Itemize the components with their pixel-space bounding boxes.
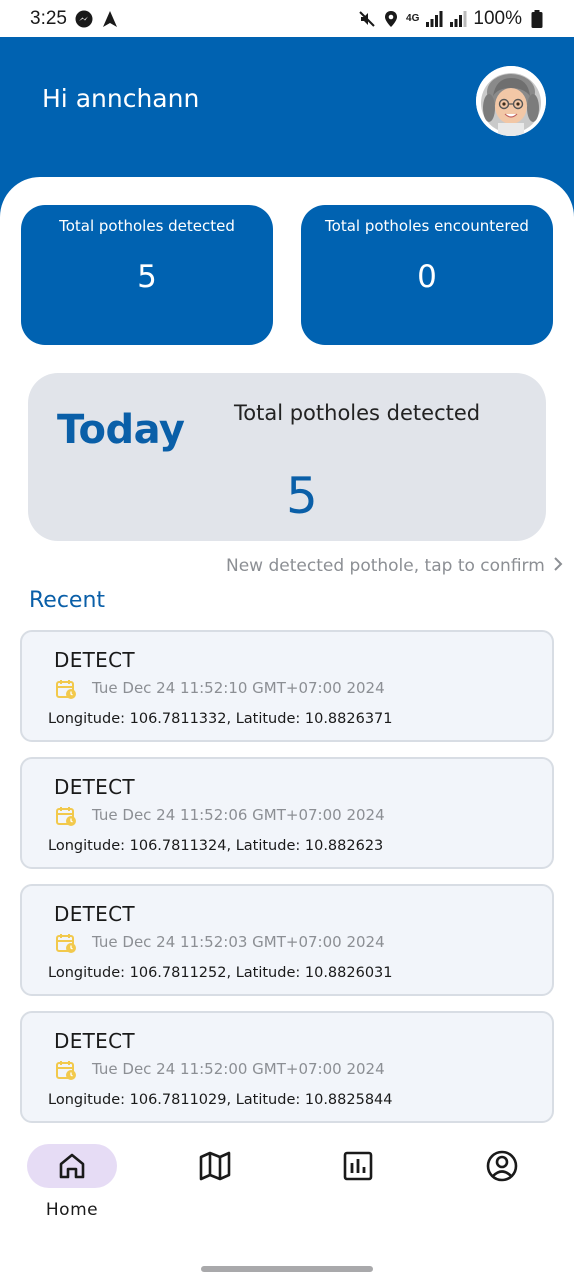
- location-icon: [382, 10, 400, 28]
- total-detected-label: Total potholes detected: [59, 217, 235, 235]
- nav-stats-pill[interactable]: [313, 1144, 403, 1188]
- nav-home-label: Home: [45, 1200, 99, 1220]
- battery-percent: 100%: [473, 7, 522, 29]
- detection-date: Tue Dec 24 11:52:06 GMT+07:00 2024: [92, 806, 385, 824]
- detection-type: DETECT: [54, 648, 135, 672]
- total-encountered-card[interactable]: Total potholes encountered 0: [301, 205, 553, 345]
- greeting-text: Hi annchann: [42, 84, 200, 113]
- detection-coords: Longitude: 106.7811252, Latitude: 10.882…: [48, 965, 393, 981]
- profile-icon: [486, 1150, 518, 1182]
- messenger-icon: [75, 10, 93, 28]
- signal-icon: [449, 10, 467, 28]
- today-value: 5: [286, 467, 318, 525]
- detection-type: DETECT: [54, 1029, 135, 1053]
- status-time: 3:25: [30, 7, 67, 29]
- memoji-avatar: [476, 66, 546, 136]
- nav-home-pill[interactable]: [27, 1144, 117, 1188]
- total-detected-card[interactable]: Total potholes detected 5: [21, 205, 273, 345]
- detection-type: DETECT: [54, 775, 135, 799]
- nav-map[interactable]: [165, 1144, 265, 1234]
- mute-icon: [358, 10, 376, 28]
- status-bar: 3:25 4G 100%: [0, 0, 574, 37]
- total-detected-value: 5: [137, 259, 157, 295]
- detection-coords: Longitude: 106.7811029, Latitude: 10.882…: [48, 1092, 393, 1108]
- nav-profile[interactable]: [452, 1144, 552, 1234]
- nav-stats[interactable]: [308, 1144, 408, 1234]
- avatar[interactable]: [476, 66, 546, 136]
- navigation-icon: [101, 10, 119, 28]
- network-type: 4G: [406, 12, 420, 24]
- total-encountered-label: Total potholes encountered: [325, 217, 529, 235]
- bottom-nav: Home: [0, 1130, 574, 1280]
- detection-coords: Longitude: 106.7811332, Latitude: 10.882…: [48, 711, 393, 727]
- calendar-icon: [56, 807, 76, 826]
- list-item[interactable]: DETECT Tue Dec 24 11:52:03 GMT+07:00 202…: [20, 884, 554, 996]
- list-item[interactable]: DETECT Tue Dec 24 11:52:00 GMT+07:00 202…: [20, 1011, 554, 1123]
- stats-icon: [343, 1151, 373, 1181]
- list-item[interactable]: DETECT Tue Dec 24 11:52:06 GMT+07:00 202…: [20, 757, 554, 869]
- total-encountered-value: 0: [417, 259, 437, 295]
- home-indicator[interactable]: [201, 1266, 373, 1272]
- confirm-pothole-text: New detected pothole, tap to confirm: [226, 556, 545, 576]
- today-title: Today: [57, 407, 185, 453]
- detection-coords: Longitude: 106.7811324, Latitude: 10.882…: [48, 838, 384, 854]
- calendar-icon: [56, 680, 76, 699]
- battery-icon: [528, 9, 546, 28]
- detection-type: DETECT: [54, 902, 135, 926]
- calendar-icon: [56, 1061, 76, 1080]
- nav-map-pill[interactable]: [170, 1144, 260, 1188]
- home-icon: [59, 1153, 85, 1179]
- detection-date: Tue Dec 24 11:52:00 GMT+07:00 2024: [92, 1060, 385, 1078]
- map-icon: [199, 1151, 231, 1181]
- calendar-icon: [56, 934, 76, 953]
- recent-title: Recent: [29, 588, 106, 613]
- detection-date: Tue Dec 24 11:52:03 GMT+07:00 2024: [92, 933, 385, 951]
- signal-icon: [425, 10, 443, 28]
- nav-profile-pill[interactable]: [457, 1144, 547, 1188]
- chevron-right-icon: [553, 556, 563, 576]
- confirm-pothole-link[interactable]: New detected pothole, tap to confirm: [226, 556, 563, 576]
- today-card[interactable]: Today Total potholes detected 5: [28, 373, 546, 541]
- detection-date: Tue Dec 24 11:52:10 GMT+07:00 2024: [92, 679, 385, 697]
- today-label: Total potholes detected: [234, 401, 481, 425]
- nav-home[interactable]: Home: [22, 1144, 122, 1234]
- list-item[interactable]: DETECT Tue Dec 24 11:52:10 GMT+07:00 202…: [20, 630, 554, 742]
